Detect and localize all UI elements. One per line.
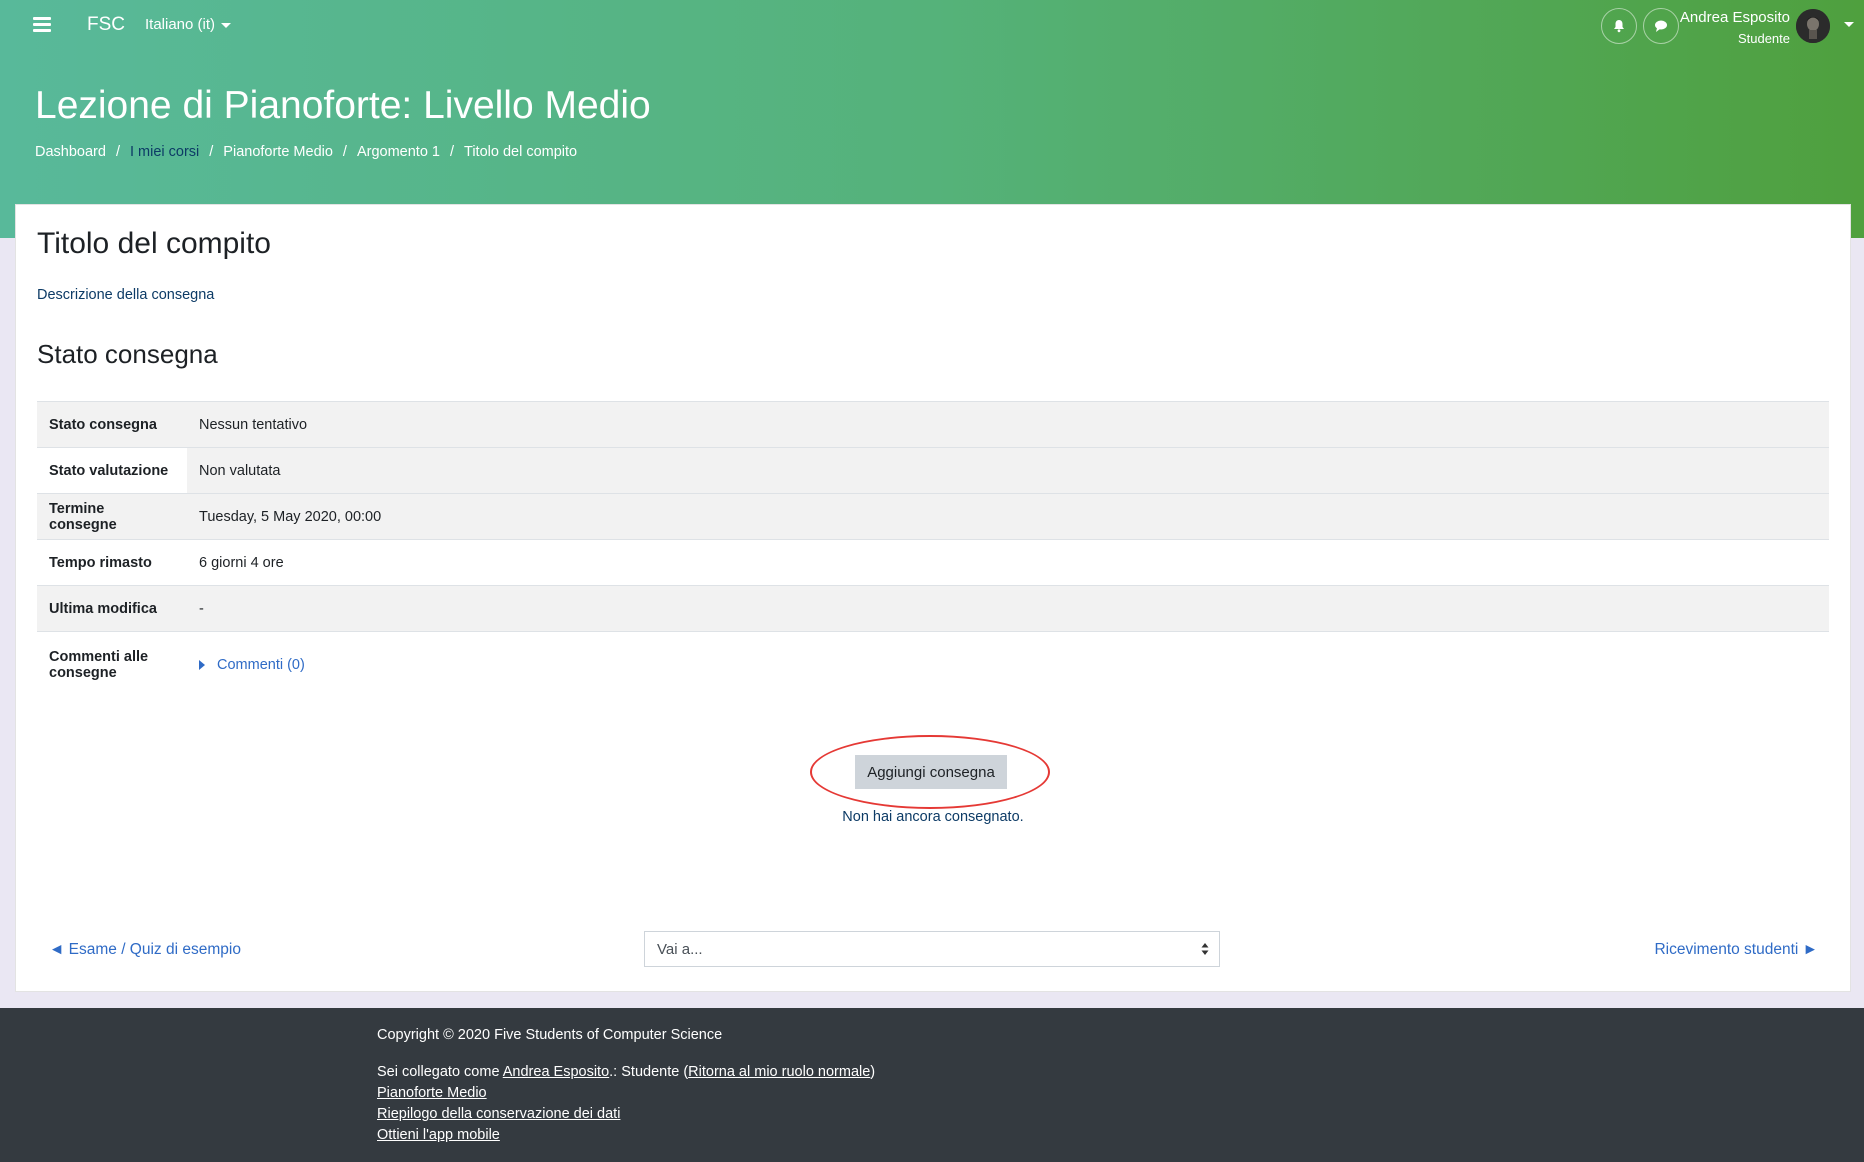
page-footer: Copyright © 2020 Five Students of Comput… <box>0 1008 1864 1162</box>
previous-activity-link[interactable]: ◄ Esame / Quiz di esempio <box>49 941 241 959</box>
login-prefix: Sei collegato come <box>377 1064 503 1080</box>
table-row: Termine consegne Tuesday, 5 May 2020, 00… <box>37 493 1829 540</box>
user-role: Studente <box>1737 31 1790 46</box>
footer-login-info: Sei collegato come Andrea Esposito.: Stu… <box>377 1064 875 1080</box>
table-row: Stato consegna Nessun tentativo <box>37 401 1829 448</box>
return-role-link[interactable]: Ritorna al mio ruolo normale <box>688 1064 870 1080</box>
breadcrumb-separator: / <box>115 144 120 160</box>
top-navbar: FSC Italiano (it) Andrea Esposito Studen… <box>0 0 1864 50</box>
chat-icon <box>1655 20 1667 32</box>
caret-right-icon <box>199 660 205 671</box>
avatar[interactable] <box>1796 9 1830 43</box>
breadcrumb: Dashboard / I miei corsi / Pianoforte Medio /… <box>35 144 577 160</box>
breadcrumb-separator: / <box>342 144 347 160</box>
footer-data-retention-link[interactable]: Riepilogo della conservazione dei dati <box>377 1106 620 1122</box>
breadcrumb-separator: / <box>209 144 214 160</box>
login-middle: .: Studente ( <box>609 1064 689 1080</box>
table-row: Ultima modifica - <box>37 585 1829 632</box>
menu-toggle-icon[interactable] <box>33 14 51 34</box>
submission-status-heading: Stato consegna <box>37 339 218 369</box>
status-label: Termine consegne <box>37 493 187 540</box>
breadcrumb-separator: / <box>449 144 455 160</box>
status-label: Stato consegna <box>37 401 187 448</box>
status-value: 6 giorni 4 ore <box>187 539 1829 586</box>
select-arrows-icon <box>1201 943 1209 955</box>
status-label: Tempo rimasto <box>37 539 187 586</box>
comments-toggle[interactable]: Commenti (0) <box>199 657 305 673</box>
next-activity-link[interactable]: Ricevimento studenti ► <box>1654 941 1818 959</box>
status-value: Non valutata <box>187 447 1829 494</box>
not-submitted-text: Non hai ancora consegnato. <box>842 809 1024 825</box>
status-label: Stato valutazione <box>37 447 187 494</box>
language-menu[interactable]: Italiano (it) <box>145 16 232 33</box>
submission-status-table: Stato consegna Nessun tentativo Stato va… <box>37 401 1829 698</box>
status-label: Ultima modifica <box>37 585 187 632</box>
breadcrumb-topic[interactable]: Argomento 1 <box>357 144 440 160</box>
footer-copyright: Copyright © 2020 Five Students of Comput… <box>377 1027 723 1043</box>
bell-icon <box>1614 20 1624 33</box>
breadcrumb-my-courses[interactable]: I miei corsi <box>130 144 199 160</box>
assignment-title: Titolo del compito <box>37 227 271 260</box>
login-suffix: ) <box>870 1064 876 1080</box>
breadcrumb-assignment[interactable]: Titolo del compito <box>464 144 577 160</box>
site-brand[interactable]: FSC <box>87 14 125 36</box>
status-value: Tuesday, 5 May 2020, 00:00 <box>187 493 1829 540</box>
status-value: - <box>187 585 1829 632</box>
footer-course-link[interactable]: Pianoforte Medio <box>377 1085 487 1101</box>
user-menu-chevron-icon[interactable] <box>1844 22 1854 27</box>
breadcrumb-course[interactable]: Pianoforte Medio <box>223 144 333 160</box>
user-name[interactable]: Andrea Esposito <box>1680 9 1790 26</box>
assignment-description: Descrizione della consegna <box>37 287 215 303</box>
main-content-card: Titolo del compito Descrizione della con… <box>15 204 1851 992</box>
footer-user-link[interactable]: Andrea Esposito <box>503 1064 609 1080</box>
jump-to-select[interactable]: Vai a... <box>644 931 1220 967</box>
jump-to-placeholder: Vai a... <box>657 941 703 958</box>
language-label: Italiano (it) <box>145 16 216 33</box>
status-label: Commenti alle consegne <box>37 631 187 698</box>
notifications-button[interactable] <box>1601 8 1637 44</box>
add-submission-button[interactable]: Aggiungi consegna <box>855 755 1007 789</box>
table-row: Stato valutazione Non valutata <box>37 447 1829 494</box>
breadcrumb-dashboard[interactable]: Dashboard <box>35 144 106 160</box>
status-value: Nessun tentativo <box>187 401 1829 448</box>
table-row: Tempo rimasto 6 giorni 4 ore <box>37 539 1829 586</box>
page-header: FSC Italiano (it) Andrea Esposito Studen… <box>0 0 1864 238</box>
status-value: Commenti (0) <box>187 631 1829 698</box>
messages-button[interactable] <box>1643 8 1679 44</box>
table-row: Commenti alle consegne Commenti (0) <box>37 631 1829 698</box>
footer-mobile-app-link[interactable]: Ottieni l'app mobile <box>377 1127 500 1143</box>
page-title: Lezione di Pianoforte: Livello Medio <box>35 84 651 127</box>
comments-link-label: Commenti (0) <box>217 657 305 673</box>
chevron-down-icon <box>221 22 232 28</box>
